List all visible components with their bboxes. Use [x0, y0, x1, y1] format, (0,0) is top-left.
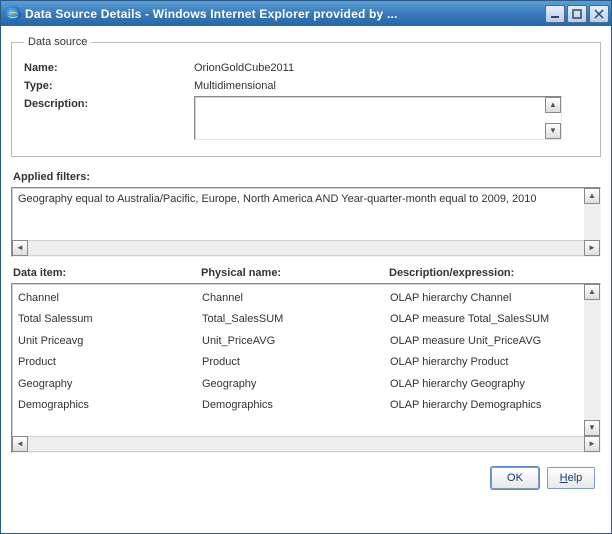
scroll-down-icon[interactable]: ▼ [545, 123, 561, 139]
data-source-group: Data source Name: OrionGoldCube2011 Type… [11, 36, 601, 157]
cell-data-item: Demographics [18, 395, 202, 416]
ok-button-label: OK [507, 472, 523, 484]
scroll-up-icon[interactable]: ▲ [584, 284, 600, 300]
cell-physical-name: Channel [202, 288, 390, 309]
maximize-button[interactable] [567, 5, 587, 23]
cell-data-item: Total Salessum [18, 309, 202, 330]
table-row: Total Salessum Total_SalesSUM OLAP measu… [18, 309, 584, 330]
scroll-down-icon[interactable]: ▼ [584, 420, 600, 436]
cell-description: OLAP hierarchy Channel [390, 288, 584, 309]
filters-hscrollbar[interactable]: ◄ ► [12, 240, 600, 256]
data-source-legend: Data source [24, 36, 91, 48]
header-description: Description/expression: [389, 267, 599, 279]
table-row: Channel Channel OLAP hierarchy Channel [18, 288, 584, 309]
table-row: Demographics Demographics OLAP hierarchy… [18, 395, 584, 416]
description-label: Description: [24, 96, 194, 140]
applied-filters-label: Applied filters: [13, 171, 599, 183]
help-button-label: Help [560, 472, 583, 484]
ok-button[interactable]: OK [491, 467, 539, 489]
filters-vscrollbar[interactable]: ▲ ▼ [584, 188, 600, 240]
name-value: OrionGoldCube2011 [194, 60, 294, 74]
close-button[interactable] [589, 5, 609, 23]
type-label: Type: [24, 78, 194, 92]
cell-description: OLAP hierarchy Product [390, 352, 584, 373]
help-button[interactable]: Help [547, 467, 595, 489]
cell-data-item: Geography [18, 374, 202, 395]
scroll-right-icon[interactable]: ► [584, 240, 600, 256]
scroll-left-icon[interactable]: ◄ [12, 240, 28, 256]
window-frame: Data Source Details - Windows Internet E… [0, 0, 612, 534]
name-label: Name: [24, 60, 194, 74]
applied-filters-panel: Geography equal to Australia/Pacific, Eu… [11, 187, 601, 257]
cell-physical-name: Total_SalesSUM [202, 309, 390, 330]
type-value: Multidimensional [194, 78, 276, 92]
header-data-item: Data item: [13, 267, 201, 279]
applied-filters-text: Geography equal to Australia/Pacific, Eu… [12, 188, 584, 240]
cell-description: OLAP hierarchy Geography [390, 374, 584, 395]
cell-physical-name: Geography [202, 374, 390, 395]
window-title: Data Source Details - Windows Internet E… [25, 7, 545, 21]
table-row: Unit Priceavg Unit_PriceAVG OLAP measure… [18, 331, 584, 352]
description-field[interactable]: ▲ ▼ [194, 96, 562, 140]
cell-description: OLAP hierarchy Demographics [390, 395, 584, 416]
cell-description: OLAP measure Unit_PriceAVG [390, 331, 584, 352]
title-buttons [545, 5, 609, 23]
items-header: Data item: Physical name: Description/ex… [13, 267, 599, 279]
cell-physical-name: Demographics [202, 395, 390, 416]
scroll-right-icon[interactable]: ► [584, 436, 600, 452]
items-vscrollbar[interactable]: ▲ ▼ [584, 284, 600, 436]
cell-physical-name: Unit_PriceAVG [202, 331, 390, 352]
client-area: Data source Name: OrionGoldCube2011 Type… [1, 26, 611, 533]
scroll-left-icon[interactable]: ◄ [12, 436, 28, 452]
items-hscrollbar[interactable]: ◄ ► [12, 436, 600, 452]
cell-description: OLAP measure Total_SalesSUM [390, 309, 584, 330]
scroll-up-icon[interactable]: ▲ [584, 188, 600, 204]
titlebar[interactable]: Data Source Details - Windows Internet E… [1, 1, 611, 26]
items-rows: Channel Channel OLAP hierarchy Channel T… [12, 284, 584, 436]
cell-data-item: Channel [18, 288, 202, 309]
cell-physical-name: Product [202, 352, 390, 373]
header-physical-name: Physical name: [201, 267, 389, 279]
cell-data-item: Unit Priceavg [18, 331, 202, 352]
table-row: Geography Geography OLAP hierarchy Geogr… [18, 374, 584, 395]
cell-data-item: Product [18, 352, 202, 373]
dialog-buttons: OK Help [11, 459, 601, 499]
table-row: Product Product OLAP hierarchy Product [18, 352, 584, 373]
minimize-button[interactable] [545, 5, 565, 23]
data-items-panel: Channel Channel OLAP hierarchy Channel T… [11, 283, 601, 453]
scroll-up-icon[interactable]: ▲ [545, 97, 561, 113]
ie-icon [5, 6, 21, 22]
